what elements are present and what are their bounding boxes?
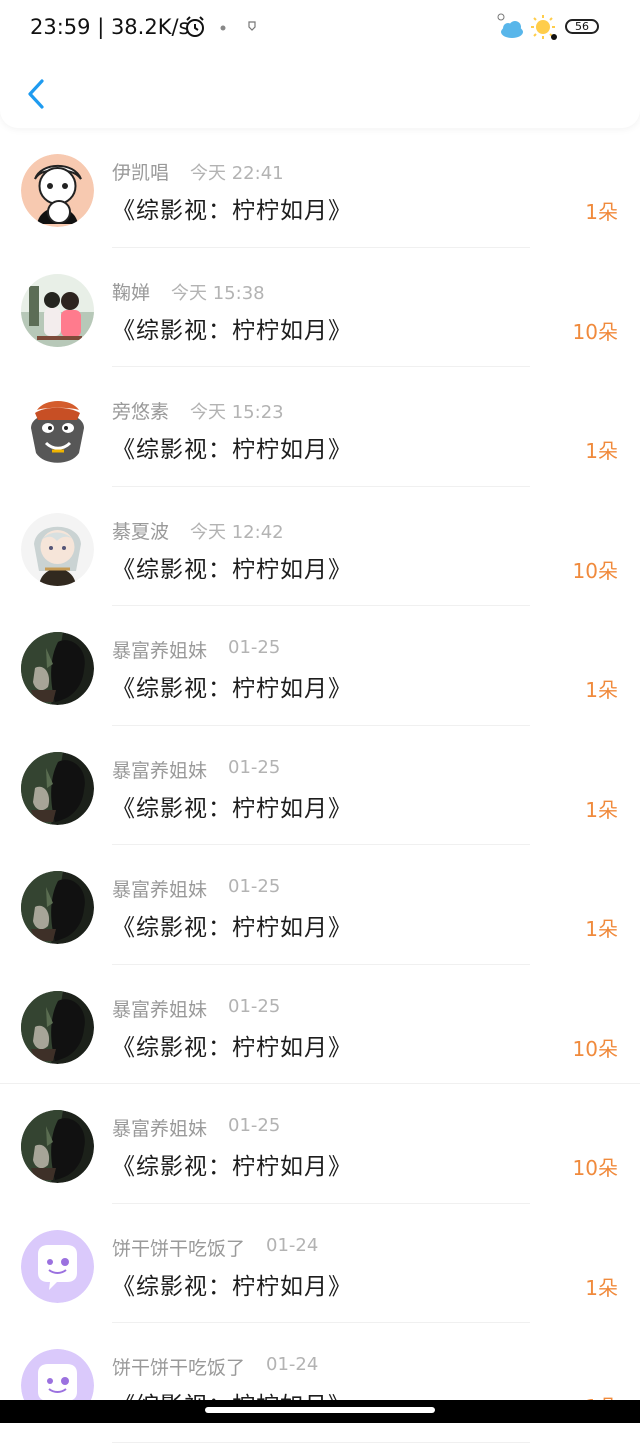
flower-count: 10朵	[572, 319, 618, 344]
list-item[interactable]: 暴富养姐妹 01-25 《综影视：柠柠如月》 1朵	[0, 606, 640, 726]
timestamp: 今天 15:38	[171, 282, 265, 304]
timestamp: 今天 22:41	[190, 163, 284, 184]
back-button[interactable]	[18, 74, 58, 114]
timestamp: 01-25	[228, 995, 281, 1017]
book-title: 《综影视：柠柠如月》	[112, 1154, 352, 1180]
user-name: 饼干饼干吃饭了	[112, 1237, 246, 1260]
status-time-speed: 23:59 | 38.2K/s	[30, 15, 190, 39]
avatar[interactable]	[21, 154, 94, 227]
book-title: 《综影视：柠柠如月》	[112, 437, 352, 463]
list-item[interactable]: 饼干饼干吃饭了 01-24 《综影视：柠柠如月》 1朵	[0, 1204, 640, 1323]
flower-count: 1朵	[585, 678, 618, 702]
user-name: 暴富养姐妹	[112, 759, 208, 782]
user-name: 暴富养姐妹	[112, 640, 208, 662]
reward-list: 伊凯唱 今天 22:41 《综影视：柠柠如月》 1朵 鞠婵 今天 15:38 《综影视：柠柠…	[0, 128, 640, 1443]
list-item[interactable]: 伊凯唱 今天 22:41 《综影视：柠柠如月》 1朵	[0, 128, 640, 248]
timestamp: 今天 15:23	[190, 402, 284, 423]
list-item[interactable]: 鞠婵 今天 15:38 《综影视：柠柠如月》 10朵	[0, 248, 640, 367]
flower-count: 10朵	[572, 1036, 618, 1061]
book-title: 《综影视：柠柠如月》	[112, 676, 352, 702]
avatar[interactable]	[21, 632, 94, 705]
avatar[interactable]	[21, 393, 94, 466]
battery-icon: 56	[565, 19, 599, 34]
dot-icon	[220, 25, 226, 31]
navigation-bar	[0, 1400, 640, 1423]
book-title: 《综影视：柠柠如月》	[112, 1034, 352, 1061]
timestamp: 01-24	[266, 1354, 319, 1375]
flower-count: 1朵	[585, 1275, 618, 1300]
user-name: 旁悠素	[112, 401, 170, 423]
timestamp: 01-25	[228, 1115, 281, 1136]
user-name: 饼干饼干吃饭了	[112, 1357, 246, 1379]
avatar[interactable]	[21, 1229, 94, 1303]
top-app-bar: 23:59 | 38.2K/s 56	[0, 0, 640, 128]
user-name: 暴富养姐妹	[112, 1118, 208, 1140]
book-title: 《综影视：柠柠如月》	[112, 198, 352, 224]
user-name: 暴富养姐妹	[112, 998, 208, 1021]
shield-small-icon	[248, 21, 256, 31]
book-title: 《综影视：柠柠如月》	[112, 317, 352, 344]
avatar[interactable]	[21, 751, 94, 825]
alarm-icon	[186, 16, 204, 37]
avatar[interactable]	[21, 512, 94, 586]
timestamp: 01-25	[228, 756, 281, 778]
avatar[interactable]	[21, 990, 94, 1064]
flower-count: 10朵	[572, 558, 618, 583]
timestamp: 今天 12:42	[190, 521, 284, 543]
list-item[interactable]: 暴富养姐妹 01-25 《综影视：柠柠如月》 1朵	[0, 726, 640, 845]
chevron-left-icon	[28, 79, 44, 109]
user-name: 鞠婵	[112, 281, 151, 304]
list-item[interactable]: 暴富养姐妹 01-25 《综影视：柠柠如月》 10朵	[0, 965, 640, 1084]
avatar[interactable]	[21, 871, 94, 944]
list-item[interactable]: 綦夏波 今天 12:42 《综影视：柠柠如月》 10朵	[0, 487, 640, 606]
flower-count: 1朵	[585, 200, 618, 224]
timestamp: 01-24	[266, 1234, 319, 1256]
avatar[interactable]	[21, 1110, 94, 1183]
book-title: 《综影视：柠柠如月》	[112, 915, 352, 941]
user-name: 綦夏波	[112, 520, 170, 543]
avatar[interactable]	[21, 273, 94, 347]
book-title: 《综影视：柠柠如月》	[112, 795, 352, 822]
list-item[interactable]: 饼干饼干吃饭了01-24《综影视：柠柠如月》1朵	[0, 1323, 640, 1443]
sun-icon	[531, 15, 557, 40]
user-name: 暴富养姐妹	[112, 879, 208, 901]
list-item[interactable]: 旁悠素 今天 15:23 《综影视：柠柠如月》 1朵	[0, 367, 640, 487]
list-item[interactable]: 暴富养姐妹 01-25 《综影视：柠柠如月》 10朵	[0, 1084, 640, 1204]
book-title: 《综影视：柠柠如月》	[112, 556, 352, 583]
timestamp: 01-25	[228, 637, 281, 658]
user-name: 伊凯唱	[112, 162, 170, 184]
flower-count: 1朵	[585, 917, 618, 941]
home-indicator[interactable]	[205, 1407, 435, 1413]
flower-count: 1朵	[585, 439, 618, 463]
flower-count: 1朵	[585, 797, 618, 822]
book-title: 《综影视：柠柠如月》	[112, 1273, 352, 1300]
timestamp: 01-25	[228, 876, 281, 897]
flower-count: 10朵	[572, 1156, 618, 1180]
status-bar: 23:59 | 38.2K/s 56	[0, 0, 640, 55]
list-item[interactable]: 暴富养姐妹 01-25 《综影视：柠柠如月》 1朵	[0, 845, 640, 965]
weather-icon	[497, 13, 523, 38]
divider	[112, 1441, 530, 1443]
